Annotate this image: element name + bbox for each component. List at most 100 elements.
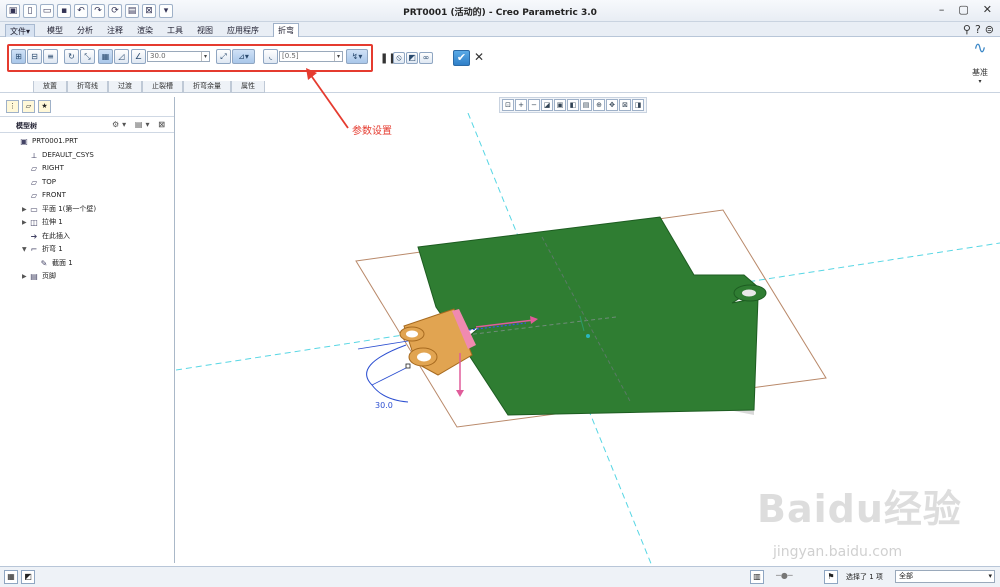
bend-direction-icon[interactable]: ↻ <box>64 49 79 64</box>
model-tree-node[interactable]: ✎ 截面 1 <box>0 257 174 271</box>
model-tree-node-label: RIGHT <box>42 164 64 172</box>
bend-to-end-icon[interactable]: ⊞ <box>11 49 26 64</box>
repaint-icon[interactable]: ◪ <box>541 99 553 111</box>
model-tree-node[interactable]: ▱ RIGHT <box>0 162 174 176</box>
radius-value: [0.5] <box>282 52 299 60</box>
flap-hole <box>417 352 431 362</box>
view-manager-icon[interactable]: ▤ <box>580 99 592 111</box>
bend-ribbon: ⊞ ⊟ ≡ ↻ ⤡ ▦ ◿ ∠ 30.0 ▾ ⤢ ⊿▾ ◟ [0.5] ▾ ↯▾… <box>0 37 1000 93</box>
display-style-icon[interactable]: ◧ <box>567 99 579 111</box>
cancel-button[interactable]: ✕ <box>474 50 484 64</box>
maximize-icon[interactable]: ▢ <box>958 3 968 16</box>
angle-icon: ∠ <box>131 49 146 64</box>
graphics-toolbar: ⊡ + − ◪ ▣ ◧ ▤ ⊕ ✥ ⊠ ◨ <box>499 97 647 113</box>
model-tree-node[interactable]: ▼ ⌐ 折弯 1 <box>0 243 174 257</box>
chevron-down-icon[interactable]: ▾ <box>201 52 209 61</box>
plane-icon: ▱ <box>30 177 38 187</box>
zoom-in-icon[interactable]: + <box>515 99 527 111</box>
subtab-relief[interactable]: 止裂槽 <box>142 81 183 93</box>
datum-display-icon[interactable]: ⊕ <box>593 99 605 111</box>
saved-views-icon[interactable]: ▣ <box>554 99 566 111</box>
tab-file[interactable]: 文件▾ <box>5 24 36 37</box>
model-tree-node[interactable]: ▣ PRT0001.PRT <box>0 135 174 149</box>
show-navigator-icon[interactable]: ▦ <box>4 570 18 584</box>
radius-side-icon[interactable]: ⊿▾ <box>232 49 255 64</box>
bend-angle-type-icon[interactable]: ◿ <box>114 49 129 64</box>
wall-icon: ▭ <box>30 204 38 214</box>
message-icon[interactable]: ▥ <box>750 570 764 584</box>
plane-icon: ▱ <box>30 191 38 200</box>
fixed-side-icon[interactable]: ▦ <box>98 49 113 64</box>
subtab-bend-allowance[interactable]: 折弯余量 <box>183 81 231 93</box>
filter-value: 全部 <box>899 572 913 580</box>
tab-bend[interactable]: 折弯 <box>273 23 299 38</box>
flip-angle-icon[interactable]: ⤢ <box>216 49 231 64</box>
refit-icon[interactable]: ⊡ <box>502 99 514 111</box>
minimize-icon[interactable]: – <box>939 3 945 16</box>
search-icon[interactable]: ⚲ <box>963 23 971 36</box>
flip-side-icon[interactable]: ⤡ <box>80 49 95 64</box>
model-tree-tab-icon[interactable]: ⋮ <box>6 100 19 113</box>
expand-toggle-icon[interactable]: ▶ <box>22 270 29 283</box>
expand-toggle-icon[interactable]: ▼ <box>22 243 29 256</box>
subtab-bend-line[interactable]: 折弯线 <box>67 81 108 93</box>
model-tree-node[interactable]: ⟂ DEFAULT_CSYS <box>0 149 174 163</box>
tab-tools[interactable]: 工具 <box>163 24 187 37</box>
model-tree-node-label: DEFAULT_CSYS <box>42 150 94 159</box>
model-tree-node[interactable]: ▶ ◫ 拉伸 1 <box>0 216 174 230</box>
annotation-display-icon[interactable]: ⊠ <box>619 99 631 111</box>
show-browser-icon[interactable]: ◩ <box>21 570 35 584</box>
help-area: ⚲ ? ⊜ <box>963 23 994 36</box>
folder-browser-tab-icon[interactable]: ▱ <box>22 100 35 113</box>
radius-icon: ◟ <box>263 49 278 64</box>
sheet-metal-part[interactable] <box>417 216 759 416</box>
tree-settings-icon[interactable]: ⚙▾ ▤▾ ⊠ <box>112 120 168 129</box>
spin-center-icon[interactable]: ✥ <box>606 99 618 111</box>
expand-toggle-icon[interactable]: ▶ <box>22 216 29 229</box>
subtab-placement[interactable]: 放置 <box>33 81 67 93</box>
selection-filter[interactable]: 全部 ▾ <box>895 570 995 583</box>
model-tree: ▣ PRT0001.PRT ⟂ DEFAULT_CSYS ▱ RIGHT ▱ TOP ▱ FRON… <box>0 133 174 284</box>
model-tree-node-label: 平面 1(第一个壁) <box>42 204 97 213</box>
tab-view[interactable]: 视图 <box>193 24 217 37</box>
model-tree-node-label: FRONT <box>42 191 66 199</box>
tab-annotate[interactable]: 注释 <box>103 24 127 37</box>
model-tree-node[interactable]: ▱ FRONT <box>0 189 174 203</box>
plane-icon: ▱ <box>30 164 38 173</box>
tab-model[interactable]: 模型 <box>43 24 67 37</box>
datum-group[interactable]: ∿ 基准 ▾ <box>968 39 992 89</box>
model-tree-node[interactable]: ➔ 在此插入 <box>0 230 174 244</box>
subtab-properties[interactable]: 属性 <box>231 81 265 93</box>
origin-point <box>586 334 590 338</box>
close-icon[interactable]: ✕ <box>983 3 992 16</box>
tab-applications[interactable]: 应用程序 <box>223 24 263 37</box>
chevron-down-icon[interactable]: ▾ <box>334 52 342 61</box>
arrow-head-down <box>456 390 464 397</box>
model-tree-node[interactable]: ▶ ▤ 页脚 <box>0 270 174 284</box>
watermark-url: jingyan.baidu.com <box>773 544 903 560</box>
angle-dimension-text[interactable]: 30.0 <box>375 401 393 410</box>
chevron-down-icon[interactable]: ▾ <box>988 571 992 582</box>
tab-render[interactable]: 渲染 <box>133 24 157 37</box>
tab-analysis[interactable]: 分析 <box>73 24 97 37</box>
preview-icon[interactable]: ◩ <box>406 52 418 64</box>
drag-handle[interactable] <box>405 363 411 369</box>
subtab-transition[interactable]: 过渡 <box>108 81 142 93</box>
verify-icon[interactable]: ∞ <box>419 52 433 64</box>
zoom-out-icon[interactable]: − <box>528 99 540 111</box>
bend-with-transition-icon[interactable]: ≡ <box>43 49 58 64</box>
model-tree-node[interactable]: ▶ ▭ 平面 1(第一个壁) <box>0 203 174 217</box>
no-preview-icon[interactable]: ⦸ <box>393 52 405 64</box>
radius-input[interactable]: [0.5] ▾ <box>279 51 343 62</box>
settings-icon[interactable]: ⊜ <box>985 23 994 36</box>
footer-icon: ▤ <box>30 272 38 281</box>
favorites-tab-icon[interactable]: ★ <box>38 100 51 113</box>
bend-to-line-icon[interactable]: ⊟ <box>27 49 42 64</box>
model-tree-node[interactable]: ▱ TOP <box>0 176 174 190</box>
help-icon[interactable]: ? <box>975 23 981 36</box>
find-icon[interactable]: ⚑ <box>824 570 838 584</box>
expand-toggle-icon[interactable]: ▶ <box>22 203 29 216</box>
ok-button[interactable]: ✔ <box>453 50 470 66</box>
angle-input[interactable]: 30.0 ▾ <box>147 51 210 62</box>
appearance-icon[interactable]: ◨ <box>632 99 644 111</box>
